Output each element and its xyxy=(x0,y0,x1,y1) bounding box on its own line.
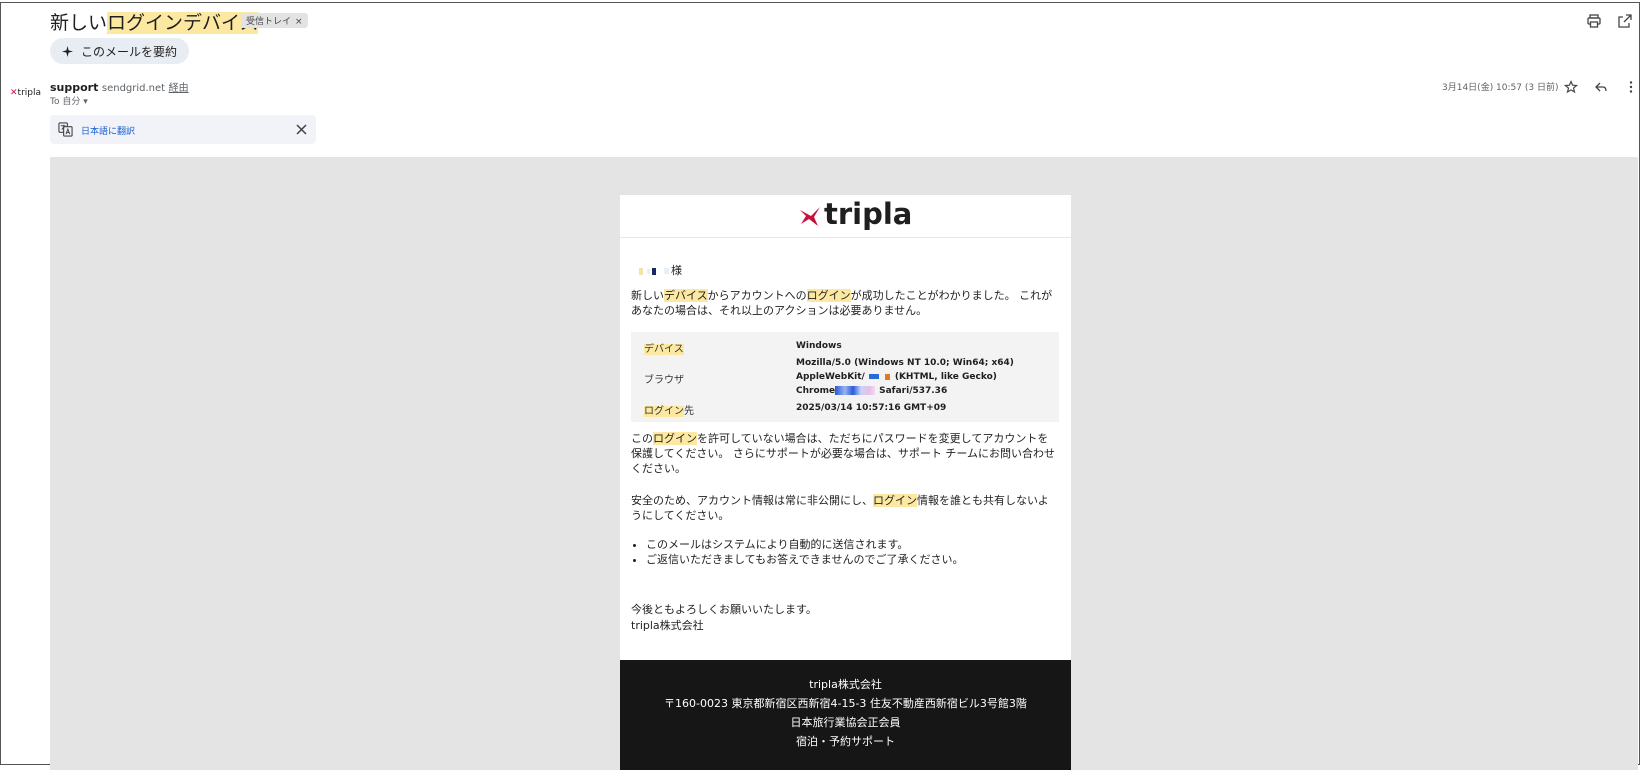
summarize-email-button[interactable]: このメールを要約 xyxy=(50,38,190,64)
footer-company: tripla株式会社 xyxy=(809,678,882,691)
p3-text-a: 安全のため、アカウント情報は常に非公開にし、 xyxy=(631,494,873,507)
redacted-name-block xyxy=(652,267,656,275)
footer-address: 〒160-0023 東京都新宿区西新宿4-15-3 住友不動産西新宿ビル3号館3… xyxy=(664,697,1027,710)
summarize-email-label: このメールを要約 xyxy=(81,44,178,59)
sparkle-icon xyxy=(62,45,73,57)
p1-highlight-device: デバイス xyxy=(664,289,708,302)
login-info-table: デバイス Windows Mozilla/5.0 (Windows NT 10.… xyxy=(631,332,1059,422)
browser-line2-text-b: (KHTML, like Gecko) xyxy=(894,372,997,382)
email-logo-header: tripla xyxy=(620,195,1071,238)
chevron-down-icon: ▾ xyxy=(83,97,88,107)
footer-association: 日本旅行業協会正会員 xyxy=(790,716,901,729)
recipient-label: To 自分 xyxy=(50,97,81,107)
greeting: 様 xyxy=(631,263,1056,278)
translate-bar: 日本語に翻訳 xyxy=(50,115,316,144)
closing-line: 今後ともよろしくお願いいたします。 xyxy=(631,603,817,616)
email-logo-text: tripla xyxy=(824,197,913,231)
p2-highlight-login: ログイン xyxy=(653,432,697,445)
device-value: Windows xyxy=(796,341,842,351)
login-location-label: ログイン先 xyxy=(644,402,694,417)
p3-highlight-login: ログイン xyxy=(873,494,917,507)
notice-bullet-list: このメールはシステムにより自動的に送信されます。 ご返信いただきましてもお答えで… xyxy=(631,537,963,567)
print-icon[interactable] xyxy=(1586,13,1602,29)
email-subject: 新しいログインデバイス xyxy=(50,8,259,35)
browser-line3-text-b: Safari/537.36 xyxy=(879,386,948,396)
browser-value-line3: Chrome Safari/537.36 xyxy=(796,386,947,396)
browser-line3-text: Chrome xyxy=(796,386,836,396)
recipient-dropdown[interactable]: To 自分 ▾ xyxy=(50,94,88,107)
sender-domain: sendgrid.net xyxy=(101,83,166,94)
via-link[interactable]: 経由 xyxy=(169,83,189,94)
browser-value-line1: Mozilla/5.0 (Windows NT 10.0; Win64; x64… xyxy=(796,358,1014,368)
more-options-icon[interactable] xyxy=(1624,80,1638,94)
inbox-label-badge[interactable]: 受信トレイ × xyxy=(241,13,308,28)
p1-highlight-login: ログイン xyxy=(806,289,851,302)
email-closing: 今後ともよろしくお願いいたします。 tripla株式会社 xyxy=(631,602,817,634)
p1-text-c: からアカウントへの xyxy=(707,289,807,302)
subject-highlight: ログインデバイス xyxy=(107,12,259,34)
sender-avatar-text: tripla xyxy=(17,88,42,98)
login-label-highlight: ログイン xyxy=(644,406,684,417)
remove-label-icon[interactable]: × xyxy=(295,17,303,27)
close-icon[interactable] xyxy=(295,123,308,136)
device-label: デバイス xyxy=(644,340,684,355)
greeting-suffix: 様 xyxy=(671,264,682,277)
sender-name[interactable]: support xyxy=(50,81,98,94)
sender-line: support sendgrid.net 経由 xyxy=(50,79,189,94)
closing-signature: tripla株式会社 xyxy=(631,619,704,632)
translate-icon xyxy=(58,122,73,137)
tripla-mark-icon: ✕ xyxy=(10,88,18,98)
p1-text-a: 新しい xyxy=(631,289,664,302)
browser-label: ブラウザ xyxy=(644,375,684,386)
reply-icon[interactable] xyxy=(1594,80,1608,94)
redacted-version-block xyxy=(868,374,879,379)
redacted-name-block xyxy=(639,267,643,275)
star-icon[interactable] xyxy=(1564,80,1578,94)
browser-value-line2: AppleWebKit/ (KHTML, like Gecko) xyxy=(796,372,997,382)
email-date: 3月14日(金) 10:57 (3 日前) xyxy=(1442,83,1559,93)
sender-avatar: ✕tripla xyxy=(10,88,41,98)
login-label-rest: 先 xyxy=(684,406,694,417)
footer-support: 宿泊・予約サポート xyxy=(796,735,895,748)
device-label-text: デバイス xyxy=(644,344,684,355)
translate-link[interactable]: 日本語に翻訳 xyxy=(81,124,135,137)
email-footer: tripla株式会社 〒160-0023 東京都新宿区西新宿4-15-3 住友不… xyxy=(620,660,1071,770)
subject-text: 新しい xyxy=(50,12,108,34)
redacted-version-block xyxy=(884,373,890,380)
login-time-value: 2025/03/14 10:57:16 GMT+09 xyxy=(796,403,947,413)
security-paragraph: 安全のため、アカウント情報は常に非公開にし、ログイン情報を誰とも共有しないように… xyxy=(631,493,1056,523)
tripla-bird-icon xyxy=(800,207,820,226)
browser-line2-text: AppleWebKit/ xyxy=(796,372,865,382)
redacted-version-block xyxy=(835,386,876,395)
inbox-label-text: 受信トレイ xyxy=(246,17,292,27)
unauthorized-login-paragraph: このログインを許可していない場合は、ただちにパスワードを変更してアカウントを保護… xyxy=(631,431,1056,476)
redacted-name-block xyxy=(664,268,669,274)
p2-text-a: この xyxy=(631,432,653,445)
list-item: ご返信いただきましてもお答えできませんのでご了承ください。 xyxy=(646,552,963,567)
login-notice-paragraph: 新しいデバイスからアカウントへのログインが成功したことがわかりました。 これがあ… xyxy=(631,288,1056,318)
redacted-name-block xyxy=(647,268,650,274)
open-in-new-window-icon[interactable] xyxy=(1617,13,1633,29)
list-item: このメールはシステムにより自動的に送信されます。 xyxy=(646,537,963,552)
